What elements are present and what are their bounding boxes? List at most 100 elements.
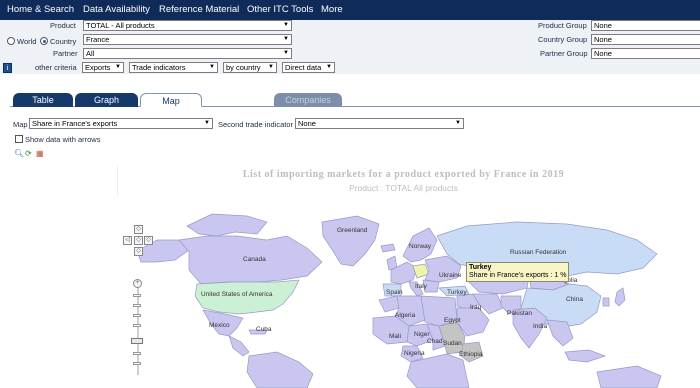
top-nav: Home & Search Data Availability Referenc… [0, 0, 700, 20]
nav-reference-material[interactable]: Reference Material [159, 4, 239, 15]
data-source-select[interactable]: Direct data ▼ [282, 62, 335, 73]
info-icon[interactable]: i [3, 63, 12, 73]
world-radio[interactable] [7, 37, 15, 45]
nav-other-itc-tools[interactable]: Other ITC Tools [247, 4, 313, 15]
label-cuba: Cuba [256, 326, 272, 333]
tab-graph[interactable]: Graph [75, 93, 138, 107]
other-criteria-label: other criteria [35, 63, 77, 72]
grouping-value: by country [226, 63, 261, 72]
chevron-down-icon: ▼ [283, 36, 289, 42]
label-russian-federation: Russian Federation [510, 249, 567, 256]
chevron-down-icon: ▼ [283, 22, 289, 28]
grouping-select[interactable]: by country ▼ [223, 62, 277, 73]
partner-select-value: All [86, 49, 95, 58]
map-tooltip: Turkey Share in France's exports : 1 % [466, 262, 570, 282]
map-indicator-select[interactable]: Share in France's exports ▼ [29, 118, 213, 129]
world-label: World [17, 37, 37, 46]
country-select-value: France [86, 35, 110, 44]
second-indicator-value: None [298, 119, 316, 128]
chevron-down-icon: ▼ [326, 64, 332, 70]
zoom-tick [133, 352, 141, 355]
map-subtitle: Product : TOTAL All products [349, 183, 458, 193]
chevron-down-icon: ▼ [283, 50, 289, 56]
zoom-tick [133, 362, 141, 365]
country-group-select[interactable]: None [591, 34, 700, 45]
label-greenland: Greenland [337, 227, 368, 234]
zoom-tick [133, 294, 141, 297]
second-indicator-select[interactable]: None ▼ [295, 118, 464, 129]
country-select[interactable]: France ▼ [83, 34, 292, 45]
tooltip-country: Turkey [469, 264, 492, 271]
product-select[interactable]: TOTAL - All products ▼ [83, 20, 292, 31]
label-iraq: Iraq [470, 304, 482, 311]
zoom-icon[interactable]: 🔍︎ [14, 150, 24, 158]
nav-home-search[interactable]: Home & Search [7, 4, 74, 15]
chevron-down-icon: ▼ [268, 64, 274, 70]
country-shape-korea[interactable] [602, 297, 610, 307]
label-china: China [566, 296, 583, 303]
product-group-value: None [594, 21, 612, 30]
label-italy: Italy [415, 283, 428, 290]
country-label: Country [50, 37, 77, 46]
chevron-down-icon: ▼ [204, 120, 210, 126]
pan-right-control[interactable]: ◇ [144, 236, 153, 245]
label-nigeria: Nigeria [404, 350, 425, 357]
pan-down-control[interactable]: ◇ [134, 247, 143, 256]
label-chad: Chad [427, 338, 443, 345]
app-root: Home & Search Data Availability Referenc… [0, 0, 700, 388]
label-norway: Norway [409, 243, 432, 250]
label-mexico: Mexico [209, 322, 230, 329]
label-canada: Canada [243, 256, 266, 263]
trade-flow-select[interactable]: Exports ▼ [82, 62, 124, 73]
product-group-select[interactable]: None [591, 20, 700, 31]
pan-center-control[interactable]: ◇ [134, 236, 143, 245]
tab-map[interactable]: Map [140, 93, 202, 107]
chevron-down-icon: ▼ [115, 64, 121, 70]
label-pakistan: Pakistan [507, 310, 532, 317]
partner-label: Partner [53, 49, 78, 58]
zoom-tick [133, 314, 141, 317]
tab-table[interactable]: Table [13, 93, 73, 107]
show-arrows-checkbox[interactable] [15, 135, 23, 143]
label-algeria: Algeria [395, 312, 416, 319]
indicator-type-select[interactable]: Trade indicators ▼ [129, 62, 218, 73]
zoom-slider-handle[interactable] [131, 338, 143, 344]
product-group-label: Product Group [538, 21, 587, 30]
label-egypt: Egypt [444, 317, 461, 324]
second-indicator-label: Second trade indicator [218, 120, 294, 129]
partner-select[interactable]: All ▼ [83, 48, 292, 59]
pan-left-control[interactable]: ◁ [123, 236, 132, 245]
pan-up-control[interactable]: ◇ [134, 225, 143, 234]
refresh-icon[interactable]: ⟳ [25, 150, 33, 158]
data-source-value: Direct data [285, 63, 322, 72]
zoom-in-control[interactable]: + [133, 279, 142, 288]
tab-companies: Companies [274, 93, 342, 107]
map-indicator-value: Share in France's exports [32, 119, 118, 128]
label-turkey: Turkey [447, 289, 467, 296]
country-group-value: None [594, 35, 612, 44]
partner-group-value: None [594, 49, 612, 58]
label-spain: Spain [386, 289, 403, 296]
country-group-label: Country Group [538, 35, 588, 44]
product-label: Product [50, 21, 76, 30]
nav-data-availability[interactable]: Data Availability [83, 4, 150, 15]
partner-group-select[interactable]: None [591, 48, 700, 59]
trade-flow-value: Exports [85, 63, 111, 72]
chevron-down-icon: ▼ [209, 64, 215, 70]
show-arrows-label: Show data with arrows [25, 135, 101, 144]
label-mali: Mali [389, 333, 401, 340]
partner-group-label: Partner Group [540, 49, 588, 58]
zoom-tick [133, 304, 141, 307]
label-ukraine: Ukraine [439, 272, 462, 279]
nav-more[interactable]: More [321, 4, 343, 15]
label-india: India [533, 323, 547, 330]
label-sudan: Sudan [443, 340, 462, 347]
zoom-tick [133, 324, 141, 327]
map-indicator-label: Map [13, 120, 28, 129]
world-map: Greenland Norway Russian Federation Cana… [117, 196, 677, 388]
product-select-value: TOTAL - All products [86, 21, 155, 30]
country-radio[interactable] [40, 37, 48, 45]
label-ethiopia: Ethiopia [459, 351, 483, 358]
label-united-states: United States of America [201, 291, 273, 298]
export-icon[interactable]: ▦ [36, 150, 44, 158]
